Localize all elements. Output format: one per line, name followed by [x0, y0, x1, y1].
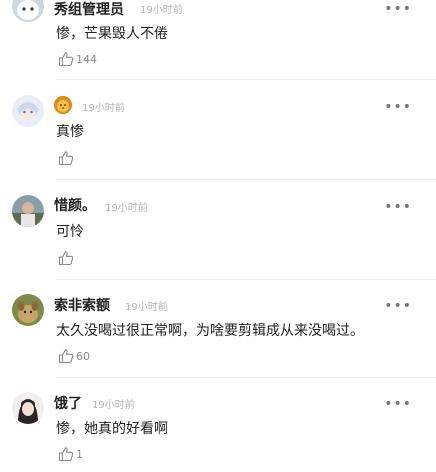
photo-avatar-icon — [12, 195, 44, 227]
timestamp: 19小时前 — [105, 203, 148, 214]
username[interactable]: 饿了 — [54, 393, 82, 413]
like-button[interactable]: 60 — [58, 348, 90, 364]
comment-text: 惨，芒果毁人不倦 — [56, 26, 168, 42]
more-options-button[interactable]: ••• — [384, 397, 412, 411]
comment-text: 真惨 — [56, 124, 84, 140]
comment-item: 惜颜。 19小时前 ••• 可怜 — [0, 180, 436, 280]
comment-text: 太久没喝过很正常啊，为啥要剪辑成从来没喝过。 — [56, 323, 364, 339]
more-options-button[interactable]: ••• — [384, 299, 412, 313]
dog-avatar-icon — [12, 294, 44, 326]
comment-item: 索非索额 19小时前 ••• 太久没喝过很正常啊，为啥要剪辑成从来没喝过。 60 — [0, 280, 436, 378]
avatar[interactable] — [12, 0, 44, 22]
timestamp: 19小时前 — [82, 103, 125, 114]
thumbs-up-icon — [58, 349, 74, 364]
timestamp: 19小时前 — [125, 302, 168, 313]
thumbs-up-icon — [58, 151, 74, 166]
like-button[interactable]: 144 — [58, 51, 97, 67]
girl-avatar-icon — [12, 392, 44, 424]
like-button[interactable] — [58, 150, 76, 166]
like-count: 60 — [76, 349, 90, 363]
like-button[interactable] — [58, 250, 76, 266]
like-count: 144 — [76, 52, 97, 66]
thumbs-up-icon — [58, 251, 74, 266]
timestamp: 19小时前 — [140, 5, 183, 16]
username[interactable] — [54, 96, 72, 114]
comment-item: 秀组管理员 19小时前 ••• 惨，芒果毁人不倦 144 — [0, 0, 436, 80]
avatar[interactable] — [12, 392, 44, 424]
avatar[interactable] — [12, 294, 44, 326]
username[interactable]: 索非索额 — [54, 295, 110, 315]
timestamp: 19小时前 — [92, 400, 135, 411]
more-options-button[interactable]: ••• — [384, 100, 412, 114]
lion-emoji-icon — [54, 96, 72, 114]
comment-item: 饿了 19小时前 ••• 惨，她真的好看啊 1 — [0, 378, 436, 472]
comment-text: 可怜 — [56, 224, 84, 240]
username[interactable]: 秀组管理员 — [54, 0, 124, 19]
avatar[interactable] — [12, 195, 44, 227]
anime-girl-avatar-icon — [12, 95, 44, 127]
more-options-button[interactable]: ••• — [384, 2, 412, 16]
thumbs-up-icon — [58, 52, 74, 67]
more-options-button[interactable]: ••• — [384, 200, 412, 214]
avatar[interactable] — [12, 95, 44, 127]
like-button[interactable]: 1 — [58, 446, 83, 462]
like-count: 1 — [76, 447, 83, 461]
comment-item: 19小时前 ••• 真惨 — [0, 80, 436, 180]
thumbs-up-icon — [58, 447, 74, 462]
username[interactable]: 惜颜。 — [54, 195, 96, 215]
comment-text: 惨，她真的好看啊 — [56, 421, 168, 437]
white-cat-avatar-icon — [12, 0, 44, 22]
